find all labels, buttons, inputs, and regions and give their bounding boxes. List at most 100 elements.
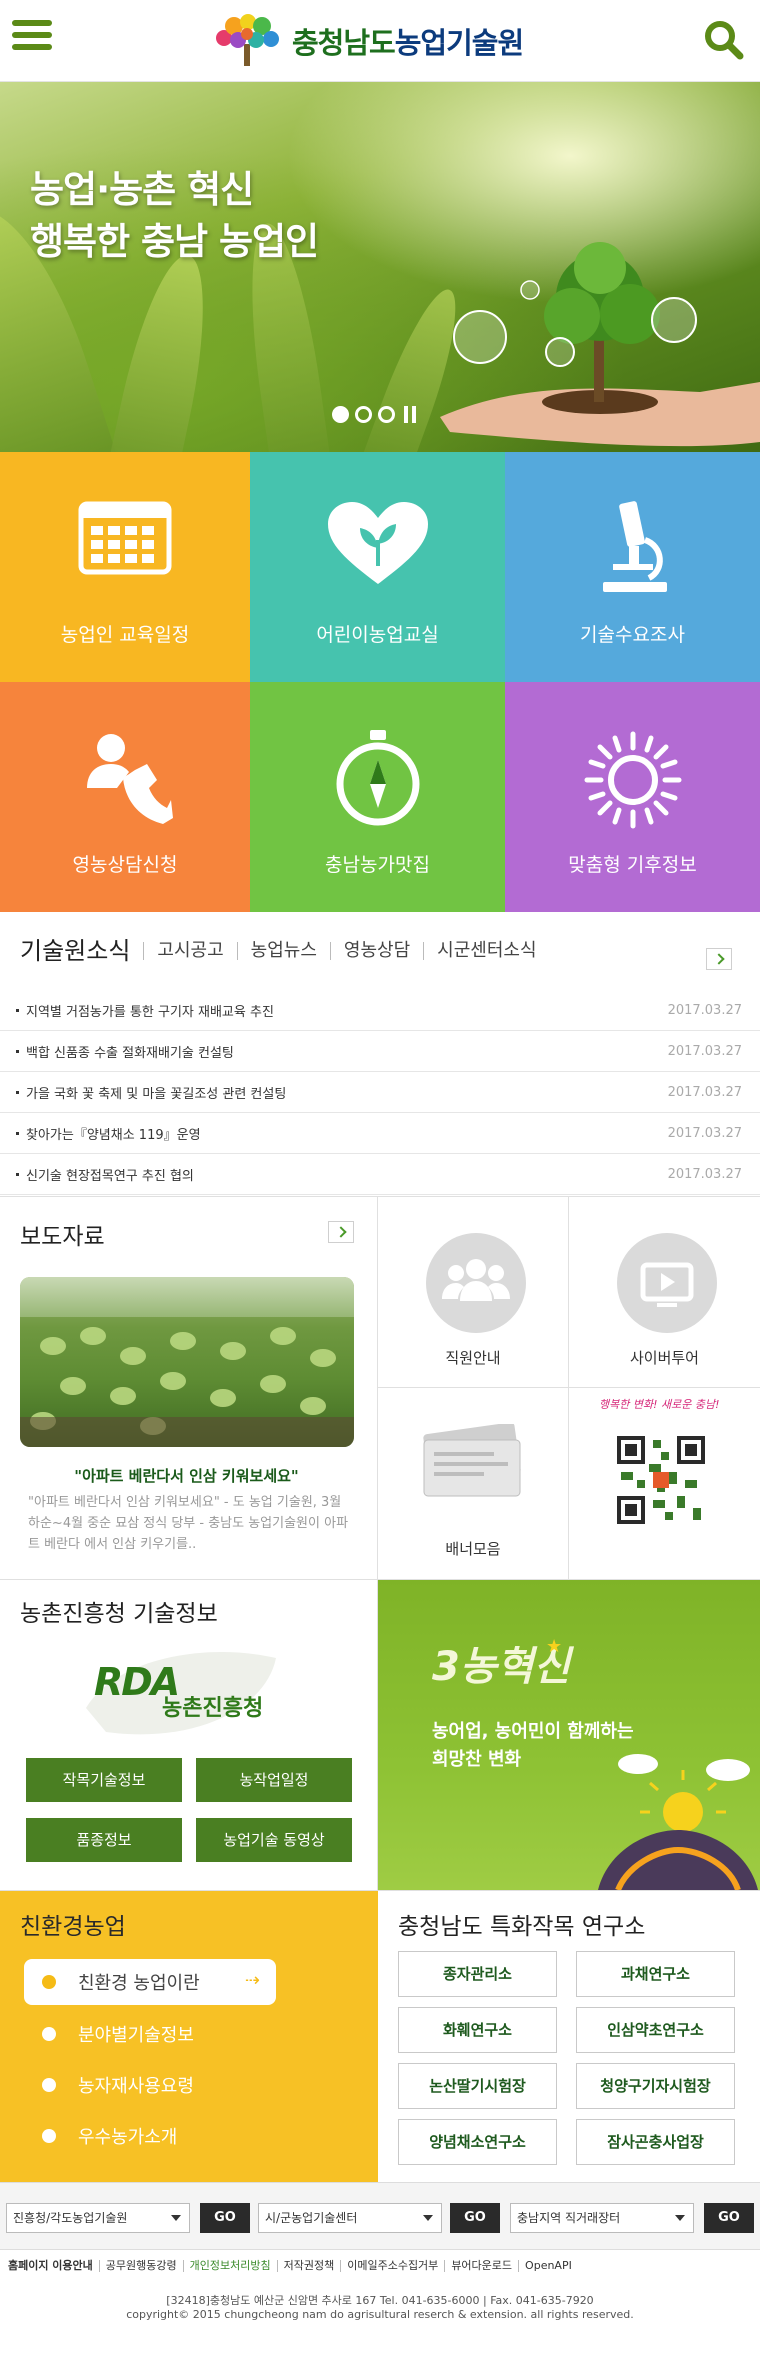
- related-sites-bar: 진흥청/각도농업기술원 GO 시/군농업기술센터 GO 충남지역 직거래장터 G…: [0, 2182, 760, 2250]
- page: 충청남도농업기술원 농업·농촌 혁신 행복한 충남 농업인 농업인 교육일정 어…: [0, 0, 760, 2370]
- news-date: 2017.03.27: [667, 1166, 742, 1182]
- eco-item-best-farms[interactable]: 우수농가소개: [24, 2113, 276, 2159]
- inst-strawberry[interactable]: 논산딸기시험장: [398, 2063, 557, 2109]
- bullet-icon: [42, 2129, 56, 2143]
- inst-floriculture[interactable]: 화훼연구소: [398, 2007, 557, 2053]
- footer-link-openapi[interactable]: OpenAPI: [518, 2260, 578, 2272]
- hero-line-2: 행복한 충남 농업인: [30, 220, 319, 263]
- tile-climate-info[interactable]: 맞춤형 기후정보: [505, 682, 760, 912]
- tile-education-schedule[interactable]: 농업인 교육일정: [0, 452, 250, 682]
- slide-dot-2[interactable]: [355, 406, 372, 423]
- site-logo[interactable]: 충청남도농업기술원: [210, 14, 524, 68]
- press-photo[interactable]: [20, 1277, 354, 1447]
- tile-restaurant-guide[interactable]: 충남농가맛집: [250, 682, 505, 912]
- hero-line-1: 농업·농촌 혁신: [30, 168, 254, 211]
- search-icon[interactable]: [702, 18, 746, 62]
- logo-prefix: 충청남도: [292, 26, 396, 60]
- eco-item-material-guide[interactable]: 농자재사용요령: [24, 2062, 276, 2108]
- rda-logo-sub: 농촌진흥청: [162, 1696, 264, 1721]
- link-cyber-tour[interactable]: 사이버투어: [569, 1197, 760, 1388]
- footer-link-guide[interactable]: 홈페이지 이용안내: [8, 2260, 99, 2272]
- rda-logo[interactable]: RDA 농촌진흥청: [86, 1648, 286, 1738]
- tile-tech-demand-survey[interactable]: 기술수요조사: [505, 452, 760, 682]
- institutes-section: 충청남도 특화작목 연구소 종자관리소 과채연구소 화훼연구소 인삼약초연구소 …: [378, 1891, 760, 2182]
- link-label: 사이버투어: [629, 1349, 699, 1367]
- footer-link-viewer[interactable]: 뷰어다운로드: [444, 2260, 518, 2272]
- tile-kids-farming-class[interactable]: 어린이농업교실: [250, 452, 505, 682]
- news-section: 기술원소식 고시공고 농업뉴스 영농상담 시군센터소식 지역별 거점농가를 통한…: [0, 912, 760, 1197]
- list-item[interactable]: 신기술 현장접목연구 추진 협의 2017.03.27: [0, 1154, 760, 1195]
- inst-fruit-veg[interactable]: 과채연구소: [576, 1951, 735, 1997]
- footer-link-code-of-conduct[interactable]: 공무원행동강령: [98, 2260, 183, 2272]
- go-button-3[interactable]: GO: [704, 2203, 754, 2233]
- go-button-2[interactable]: GO: [450, 2203, 500, 2233]
- tab-agri-news[interactable]: 농업뉴스: [236, 942, 330, 960]
- eco-item-label: 우수농가소개: [78, 2127, 178, 2148]
- rda-title: 농촌진흥청 기술정보: [20, 1601, 218, 1627]
- btn-farm-work-schedule[interactable]: 농작업일정: [196, 1758, 352, 1802]
- header: 충청남도농업기술원: [0, 0, 760, 82]
- footer-links: 홈페이지 이용안내 공무원행동강령 개인정보처리방침 저작권정책 이메일주소수집…: [8, 2260, 752, 2272]
- pause-icon[interactable]: [404, 406, 416, 423]
- list-item[interactable]: 찾아가는『양념채소 119』운영 2017.03.27: [0, 1113, 760, 1154]
- footer-link-privacy[interactable]: 개인정보처리방침: [182, 2260, 277, 2272]
- link-staff-directory[interactable]: 직원안내: [378, 1197, 569, 1388]
- tab-institute-news[interactable]: 기술원소식: [20, 939, 143, 963]
- hero-headline: 농업·농촌 혁신 행복한 충남 농업인: [30, 164, 319, 268]
- tab-center-news[interactable]: 시군센터소식: [423, 942, 549, 960]
- footer-link-copyright[interactable]: 저작권정책: [276, 2260, 341, 2272]
- inst-seasoning-veg[interactable]: 양념채소연구소: [398, 2119, 557, 2165]
- link-qr-code[interactable]: 행복한 변화! 새로운 충남!: [569, 1388, 760, 1580]
- group-icon: [426, 1233, 526, 1333]
- institutes-title: 충청남도 특화작목 연구소: [398, 1914, 646, 1940]
- eco-title: 친환경농업: [20, 1914, 126, 1940]
- eco-item-label: 친환경 농업이란: [78, 1973, 200, 1994]
- qr-code-icon: [613, 1432, 709, 1528]
- news-date: 2017.03.27: [667, 1043, 742, 1059]
- footer: 홈페이지 이용안내 공무원행동강령 개인정보처리방침 저작권정책 이메일주소수집…: [0, 2250, 760, 2322]
- tile-farming-consultation[interactable]: 영농상담신청: [0, 682, 250, 912]
- slide-dot-3[interactable]: [378, 406, 395, 423]
- btn-crop-tech-info[interactable]: 작목기술정보: [26, 1758, 182, 1802]
- news-tabs: 기술원소식 고시공고 농업뉴스 영농상담 시군센터소식: [20, 939, 550, 963]
- inst-seed-management[interactable]: 종자관리소: [398, 1951, 557, 1997]
- list-item[interactable]: 백합 신품종 수출 절화재배기술 컨설팅 2017.03.27: [0, 1031, 760, 1072]
- news-date: 2017.03.27: [667, 1002, 742, 1018]
- btn-variety-info[interactable]: 품종정보: [26, 1818, 182, 1862]
- tab-consulting[interactable]: 영농상담: [329, 942, 423, 960]
- press-caption[interactable]: "아파트 베란다서 인삼 키워보세요": [20, 1465, 353, 1486]
- campaign-banner[interactable]: 3농혁신 ★ 농어업, 농어민이 함께하는 희망찬 변화: [378, 1580, 760, 1890]
- inst-ginseng-herb[interactable]: 인삼약초연구소: [576, 2007, 735, 2053]
- eco-item-tech-info[interactable]: 분야별기술정보: [24, 2011, 276, 2057]
- news-date: 2017.03.27: [667, 1084, 742, 1100]
- eco-item-what-is[interactable]: 친환경 농업이란 ⇢: [24, 1959, 276, 2005]
- press-title: 보도자료: [20, 1224, 105, 1250]
- sun-icon: [584, 731, 681, 829]
- select-direct-market[interactable]: 충남지역 직거래장터: [510, 2203, 694, 2233]
- eco-item-label: 분야별기술정보: [78, 2025, 194, 2046]
- hamburger-menu-icon[interactable]: [12, 20, 52, 60]
- link-banner-collection[interactable]: 배너모음: [378, 1388, 569, 1580]
- inst-sericulture[interactable]: 잠사곤충사업장: [576, 2119, 735, 2165]
- slide-dot-1[interactable]: [332, 406, 349, 423]
- logo-suffix: 농업기술원: [394, 26, 524, 60]
- tab-notices[interactable]: 고시공고: [143, 942, 236, 960]
- press-more-button[interactable]: [328, 1221, 354, 1243]
- go-button-1[interactable]: GO: [200, 2203, 250, 2233]
- tile-label: 농업인 교육일정: [60, 624, 190, 646]
- select-city-centers[interactable]: 시/군농업기술센터: [258, 2203, 442, 2233]
- tile-label: 맞춤형 기후정보: [568, 854, 697, 876]
- footer-link-email-refusal[interactable]: 이메일주소수집거부: [340, 2260, 444, 2272]
- hero-banner[interactable]: 농업·농촌 혁신 행복한 충남 농업인: [0, 82, 760, 452]
- bullet-icon: [42, 1975, 56, 1989]
- select-provincial-institutes[interactable]: 진흥청/각도농업기술원: [6, 2203, 190, 2233]
- news-more-button[interactable]: [706, 948, 732, 970]
- tile-label: 충남농가맛집: [325, 854, 430, 876]
- slider-pagination: [332, 406, 416, 423]
- list-item[interactable]: 가을 국화 꽃 축제 및 마을 꽃길조성 관련 컨설팅 2017.03.27: [0, 1072, 760, 1113]
- news-title: 신기술 현장접목연구 추진 협의: [26, 1168, 194, 1184]
- inst-goji[interactable]: 청양구기자시험장: [576, 2063, 735, 2109]
- bullet-icon: [42, 2078, 56, 2092]
- btn-tech-videos[interactable]: 농업기술 동영상: [196, 1818, 352, 1862]
- list-item[interactable]: 지역별 거점농가를 통한 구기자 재배교육 추진 2017.03.27: [0, 990, 760, 1031]
